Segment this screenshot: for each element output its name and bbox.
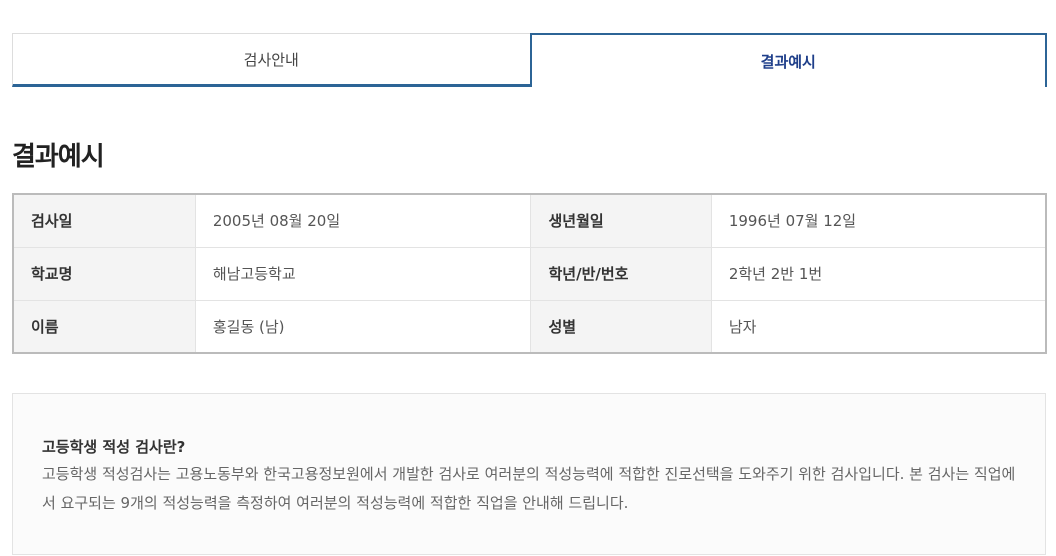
description-body: 고등학생 적성검사는 고용노동부와 한국고용정보원에서 개발한 검사로 여러분의… bbox=[42, 465, 1016, 512]
test-date-value: 2005년 08월 20일 bbox=[194, 194, 531, 248]
description-title: 고등학생 적성 검사란? bbox=[42, 438, 186, 456]
school-name-label: 학교명 bbox=[13, 247, 196, 301]
table-row: 이름 홍길동 (남) 성별 남자 bbox=[13, 300, 1046, 353]
table-row: 검사일 2005년 08월 20일 생년월일 1996년 07월 12일 bbox=[13, 194, 1046, 248]
gender-value: 남자 bbox=[710, 300, 1046, 353]
result-info-table: 검사일 2005년 08월 20일 생년월일 1996년 07월 12일 학교명… bbox=[12, 193, 1047, 354]
school-name-value: 해남고등학교 bbox=[194, 247, 531, 301]
tab-bar: 검사안내 결과예시 bbox=[12, 33, 1047, 87]
tab-result-example[interactable]: 결과예시 bbox=[529, 33, 1047, 87]
grade-class-number-label: 학년/반/번호 bbox=[530, 247, 712, 301]
table-row: 학교명 해남고등학교 학년/반/번호 2학년 2반 1번 bbox=[13, 247, 1046, 301]
birth-date-value: 1996년 07월 12일 bbox=[710, 194, 1046, 248]
grade-class-number-value: 2학년 2반 1번 bbox=[710, 247, 1046, 301]
test-date-label: 검사일 bbox=[13, 194, 196, 248]
name-label: 이름 bbox=[13, 300, 196, 353]
tab-test-guide[interactable]: 검사안내 bbox=[12, 33, 530, 87]
description-box: 고등학생 적성 검사란? 고등학생 적성검사는 고용노동부와 한국고용정보원에서… bbox=[12, 393, 1046, 555]
gender-label: 성별 bbox=[530, 300, 712, 353]
birth-date-label: 생년월일 bbox=[530, 194, 712, 248]
name-value: 홍길동 (남) bbox=[194, 300, 531, 353]
page-title: 결과예시 bbox=[12, 142, 105, 172]
